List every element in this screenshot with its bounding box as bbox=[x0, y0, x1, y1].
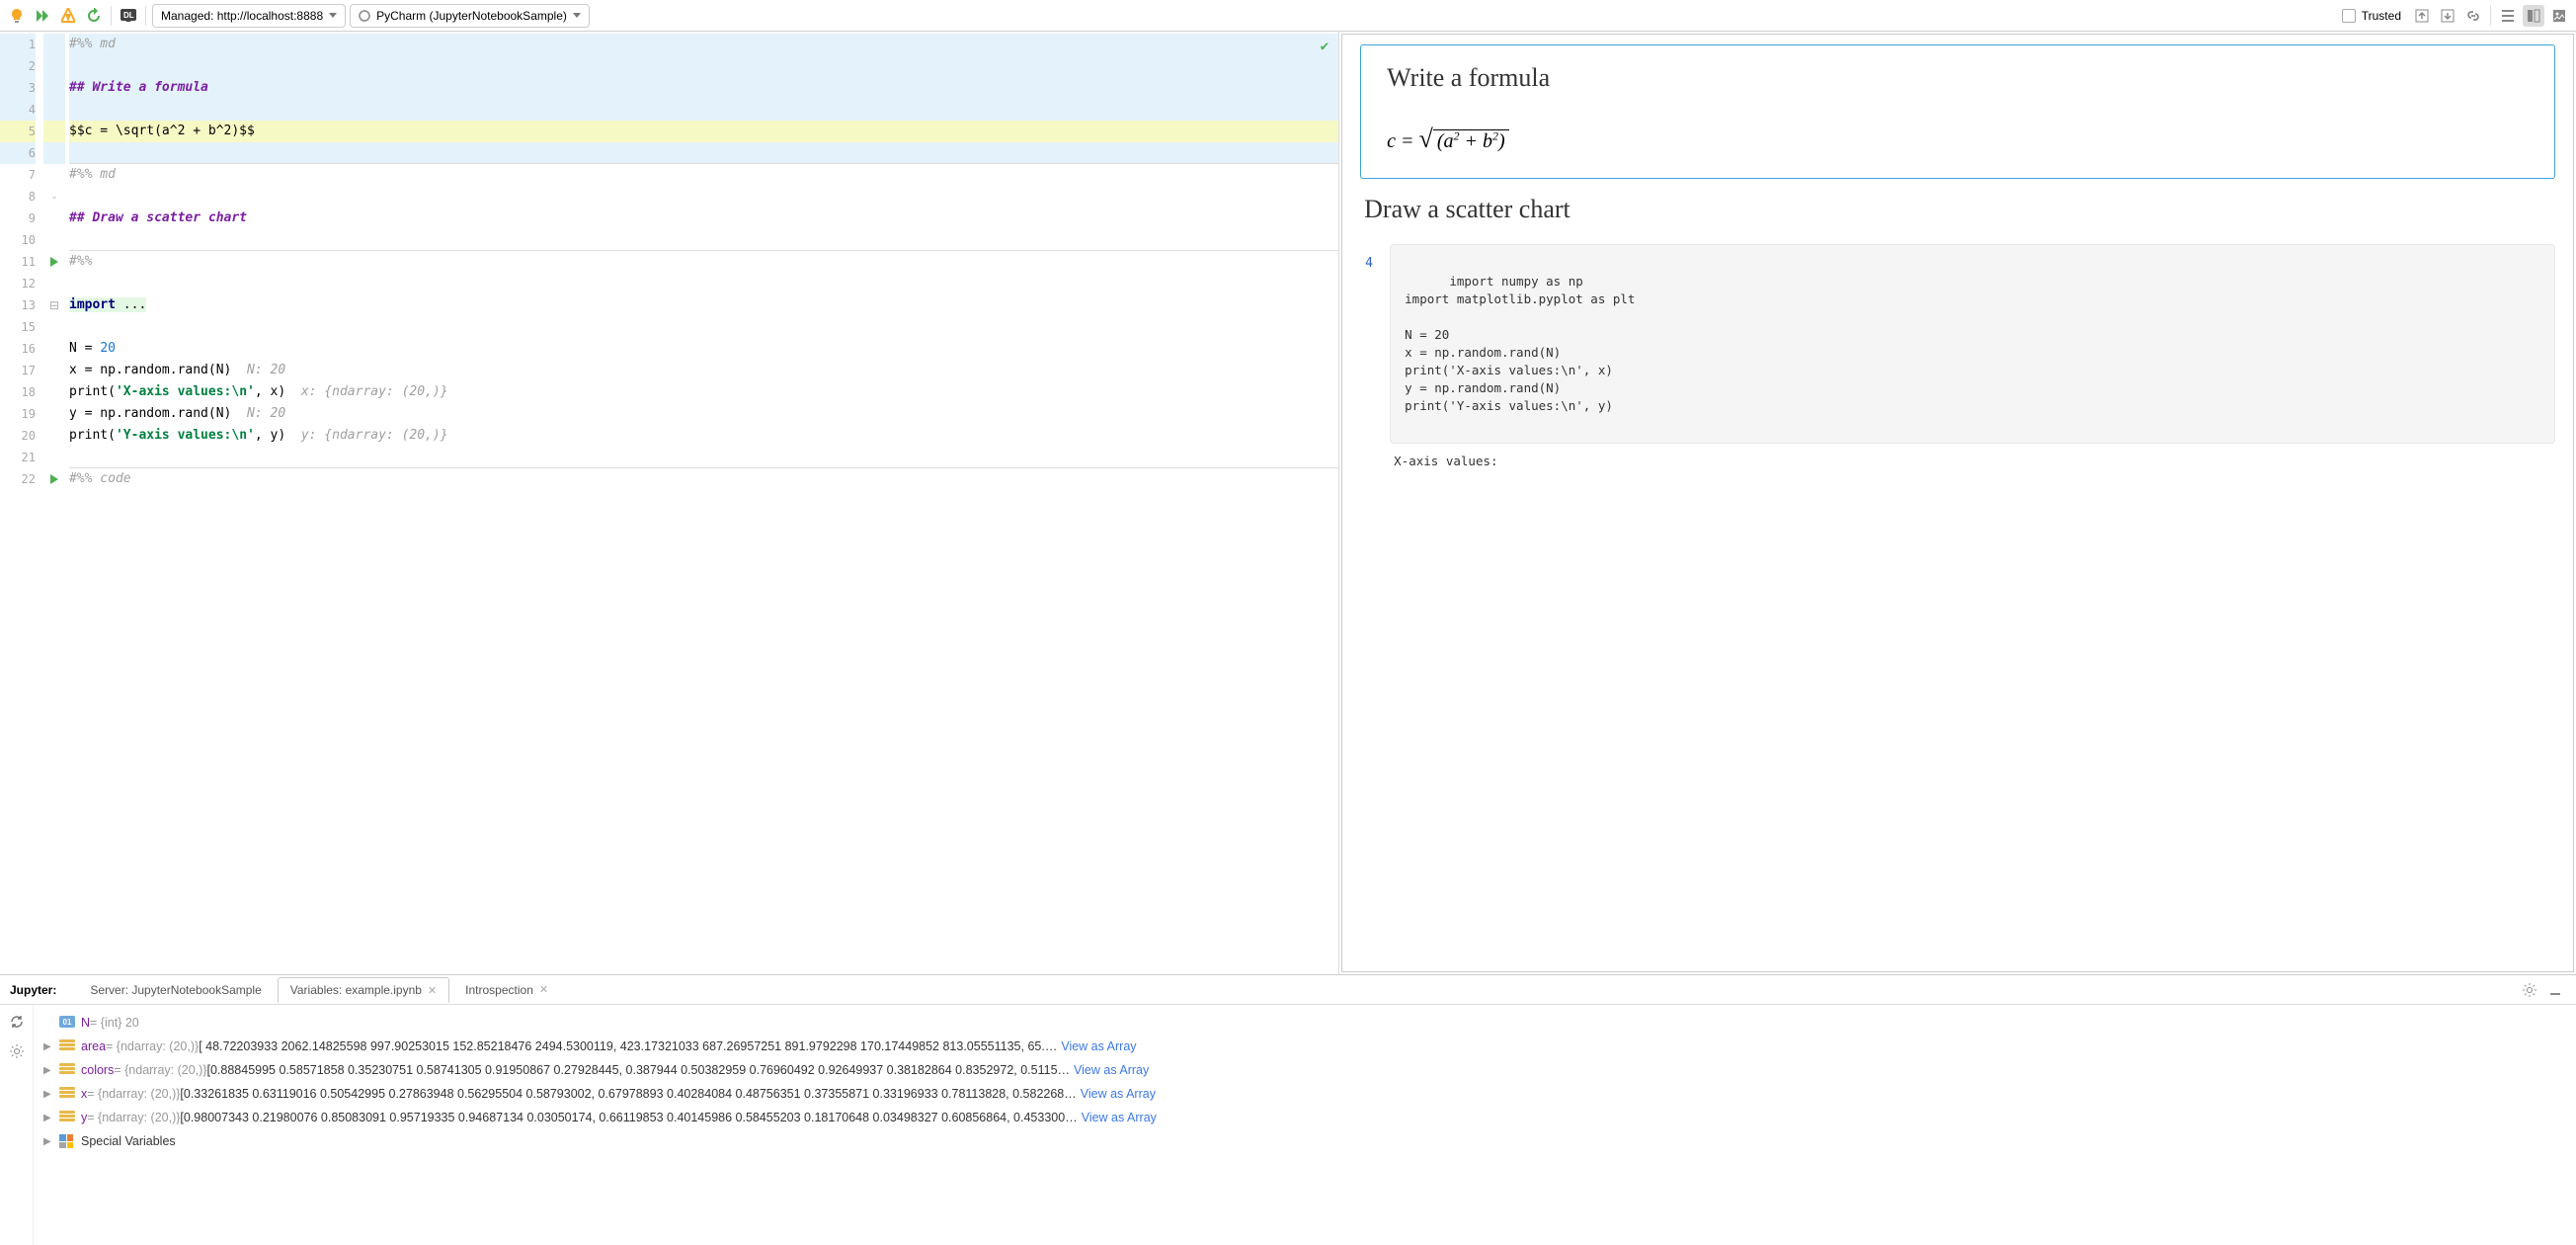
jupyter-tabs: Jupyter: Server: JupyterNotebookSample V… bbox=[0, 975, 2576, 1005]
view-as-array-link[interactable]: View as Array bbox=[1081, 1087, 1156, 1101]
array-icon bbox=[59, 1111, 77, 1124]
view-split-icon[interactable] bbox=[2523, 5, 2544, 27]
close-tab-icon[interactable]: ✕ bbox=[428, 984, 437, 997]
int-icon: 01 bbox=[59, 1016, 77, 1030]
svg-text:DL: DL bbox=[123, 11, 134, 20]
variables-side-toolbar bbox=[0, 1005, 34, 1245]
panel-minimize-icon[interactable] bbox=[2544, 979, 2566, 1001]
rendered-formula: c = √(a2 + b2) bbox=[1387, 119, 2529, 160]
interrupt-icon[interactable] bbox=[57, 5, 79, 27]
separator bbox=[111, 6, 112, 26]
var-row-colors[interactable]: ▶ colors = {ndarray: (20,)} [0.88845995 … bbox=[43, 1058, 2566, 1082]
special-vars-icon bbox=[59, 1134, 77, 1148]
jupyter-panel: Jupyter: Server: JupyterNotebookSample V… bbox=[0, 974, 2576, 1245]
gutter-icons: - ⊟ bbox=[43, 32, 65, 974]
separator bbox=[145, 6, 146, 26]
var-row-n[interactable]: 01 N = {int} 20 bbox=[43, 1011, 2566, 1035]
view-list-icon[interactable] bbox=[2497, 5, 2519, 27]
view-image-icon[interactable] bbox=[2548, 5, 2570, 27]
separator bbox=[2490, 6, 2491, 26]
var-row-y[interactable]: ▶ y = {ndarray: (20,)} [0.98007343 0.219… bbox=[43, 1106, 2566, 1129]
settings-icon[interactable] bbox=[6, 1040, 28, 1062]
jupyter-label: Jupyter: bbox=[10, 983, 56, 997]
chevron-down-icon bbox=[329, 13, 337, 18]
var-row-special[interactable]: ▶ Special Variables bbox=[43, 1129, 2566, 1153]
preview-pane[interactable]: Write a formula c = √(a2 + b2) Draw a sc… bbox=[1341, 34, 2574, 972]
var-row-x[interactable]: ▶ x = {ndarray: (20,)} [0.33261835 0.631… bbox=[43, 1082, 2566, 1106]
view-as-array-link[interactable]: View as Array bbox=[1082, 1111, 1157, 1124]
expand-icon[interactable]: ▶ bbox=[43, 1113, 59, 1123]
debug-console-icon[interactable]: DL bbox=[118, 5, 139, 27]
array-icon bbox=[59, 1039, 77, 1053]
server-dropdown[interactable]: Managed: http://localhost:8888 bbox=[152, 4, 346, 28]
expand-icon[interactable]: ▶ bbox=[43, 1089, 59, 1100]
execution-count: 4 bbox=[1365, 255, 1373, 273]
view-as-array-link[interactable]: View as Array bbox=[1061, 1039, 1136, 1053]
expand-icon[interactable]: ▶ bbox=[43, 1136, 59, 1147]
kernel-label: PyCharm (JupyterNotebookSample) bbox=[376, 9, 567, 23]
run-all-icon[interactable] bbox=[32, 5, 53, 27]
refresh-icon[interactable] bbox=[6, 1011, 28, 1033]
preview-heading-formula: Write a formula bbox=[1387, 63, 2529, 93]
variables-tree[interactable]: 01 N = {int} 20 ▶ area = {ndarray: (20,)… bbox=[34, 1005, 2576, 1245]
tab-server[interactable]: Server: JupyterNotebookSample bbox=[78, 978, 273, 1002]
restart-icon[interactable] bbox=[83, 5, 105, 27]
notebook-toolbar: DL Managed: http://localhost:8888 PyChar… bbox=[0, 0, 2576, 32]
array-icon bbox=[59, 1087, 77, 1101]
run-cell-icon[interactable] bbox=[43, 468, 65, 490]
var-row-area[interactable]: ▶ area = {ndarray: (20,)} [ 48.72203933 … bbox=[43, 1035, 2566, 1058]
tab-variables[interactable]: Variables: example.ipynb✕ bbox=[278, 977, 449, 1003]
close-tab-icon[interactable]: ✕ bbox=[539, 983, 548, 996]
expand-icon[interactable]: ▶ bbox=[43, 1041, 59, 1052]
kernel-dropdown[interactable]: PyCharm (JupyterNotebookSample) bbox=[350, 4, 590, 28]
view-as-array-link[interactable]: View as Array bbox=[1074, 1063, 1149, 1077]
main-split: 1 2 3 4 5 6 7 8 9 10 11 12 13 15 16 17 1… bbox=[0, 32, 2576, 974]
line-number-gutter: 1 2 3 4 5 6 7 8 9 10 11 12 13 15 16 17 1… bbox=[0, 32, 43, 974]
fold-marker-icon[interactable]: ⊟ bbox=[48, 298, 60, 312]
chevron-down-icon bbox=[573, 13, 581, 18]
array-icon bbox=[59, 1063, 77, 1077]
panel-settings-icon[interactable] bbox=[2519, 979, 2540, 1001]
editor-pane: 1 2 3 4 5 6 7 8 9 10 11 12 13 15 16 17 1… bbox=[0, 32, 1339, 974]
preview-output: X-axis values: bbox=[1390, 444, 2555, 478]
link-icon[interactable] bbox=[2462, 5, 2484, 27]
download-icon[interactable] bbox=[2437, 5, 2458, 27]
upload-icon[interactable] bbox=[2411, 5, 2433, 27]
code-editor[interactable]: ✔ #%% md ## Write a formula $$c = \sqrt(… bbox=[65, 32, 1338, 974]
kernel-status-icon bbox=[359, 10, 370, 22]
expand-icon[interactable]: ▶ bbox=[43, 1065, 59, 1076]
bulb-icon[interactable] bbox=[6, 5, 28, 27]
trusted-checkbox[interactable] bbox=[2342, 9, 2356, 23]
inspection-ok-icon: ✔ bbox=[1321, 36, 1328, 57]
trusted-toggle[interactable]: Trusted bbox=[2342, 9, 2401, 23]
preview-code-block: 4import numpy as np import matplotlib.py… bbox=[1390, 244, 2555, 444]
server-label: Managed: http://localhost:8888 bbox=[161, 9, 323, 23]
trusted-label: Trusted bbox=[2362, 9, 2401, 23]
preview-heading-scatter: Draw a scatter chart bbox=[1364, 195, 2551, 224]
tab-introspection[interactable]: Introspection✕ bbox=[453, 978, 560, 1002]
fold-marker-icon[interactable]: - bbox=[48, 190, 60, 204]
run-cell-icon[interactable] bbox=[43, 251, 65, 273]
rendered-cell-formula[interactable]: Write a formula c = √(a2 + b2) bbox=[1360, 44, 2555, 179]
